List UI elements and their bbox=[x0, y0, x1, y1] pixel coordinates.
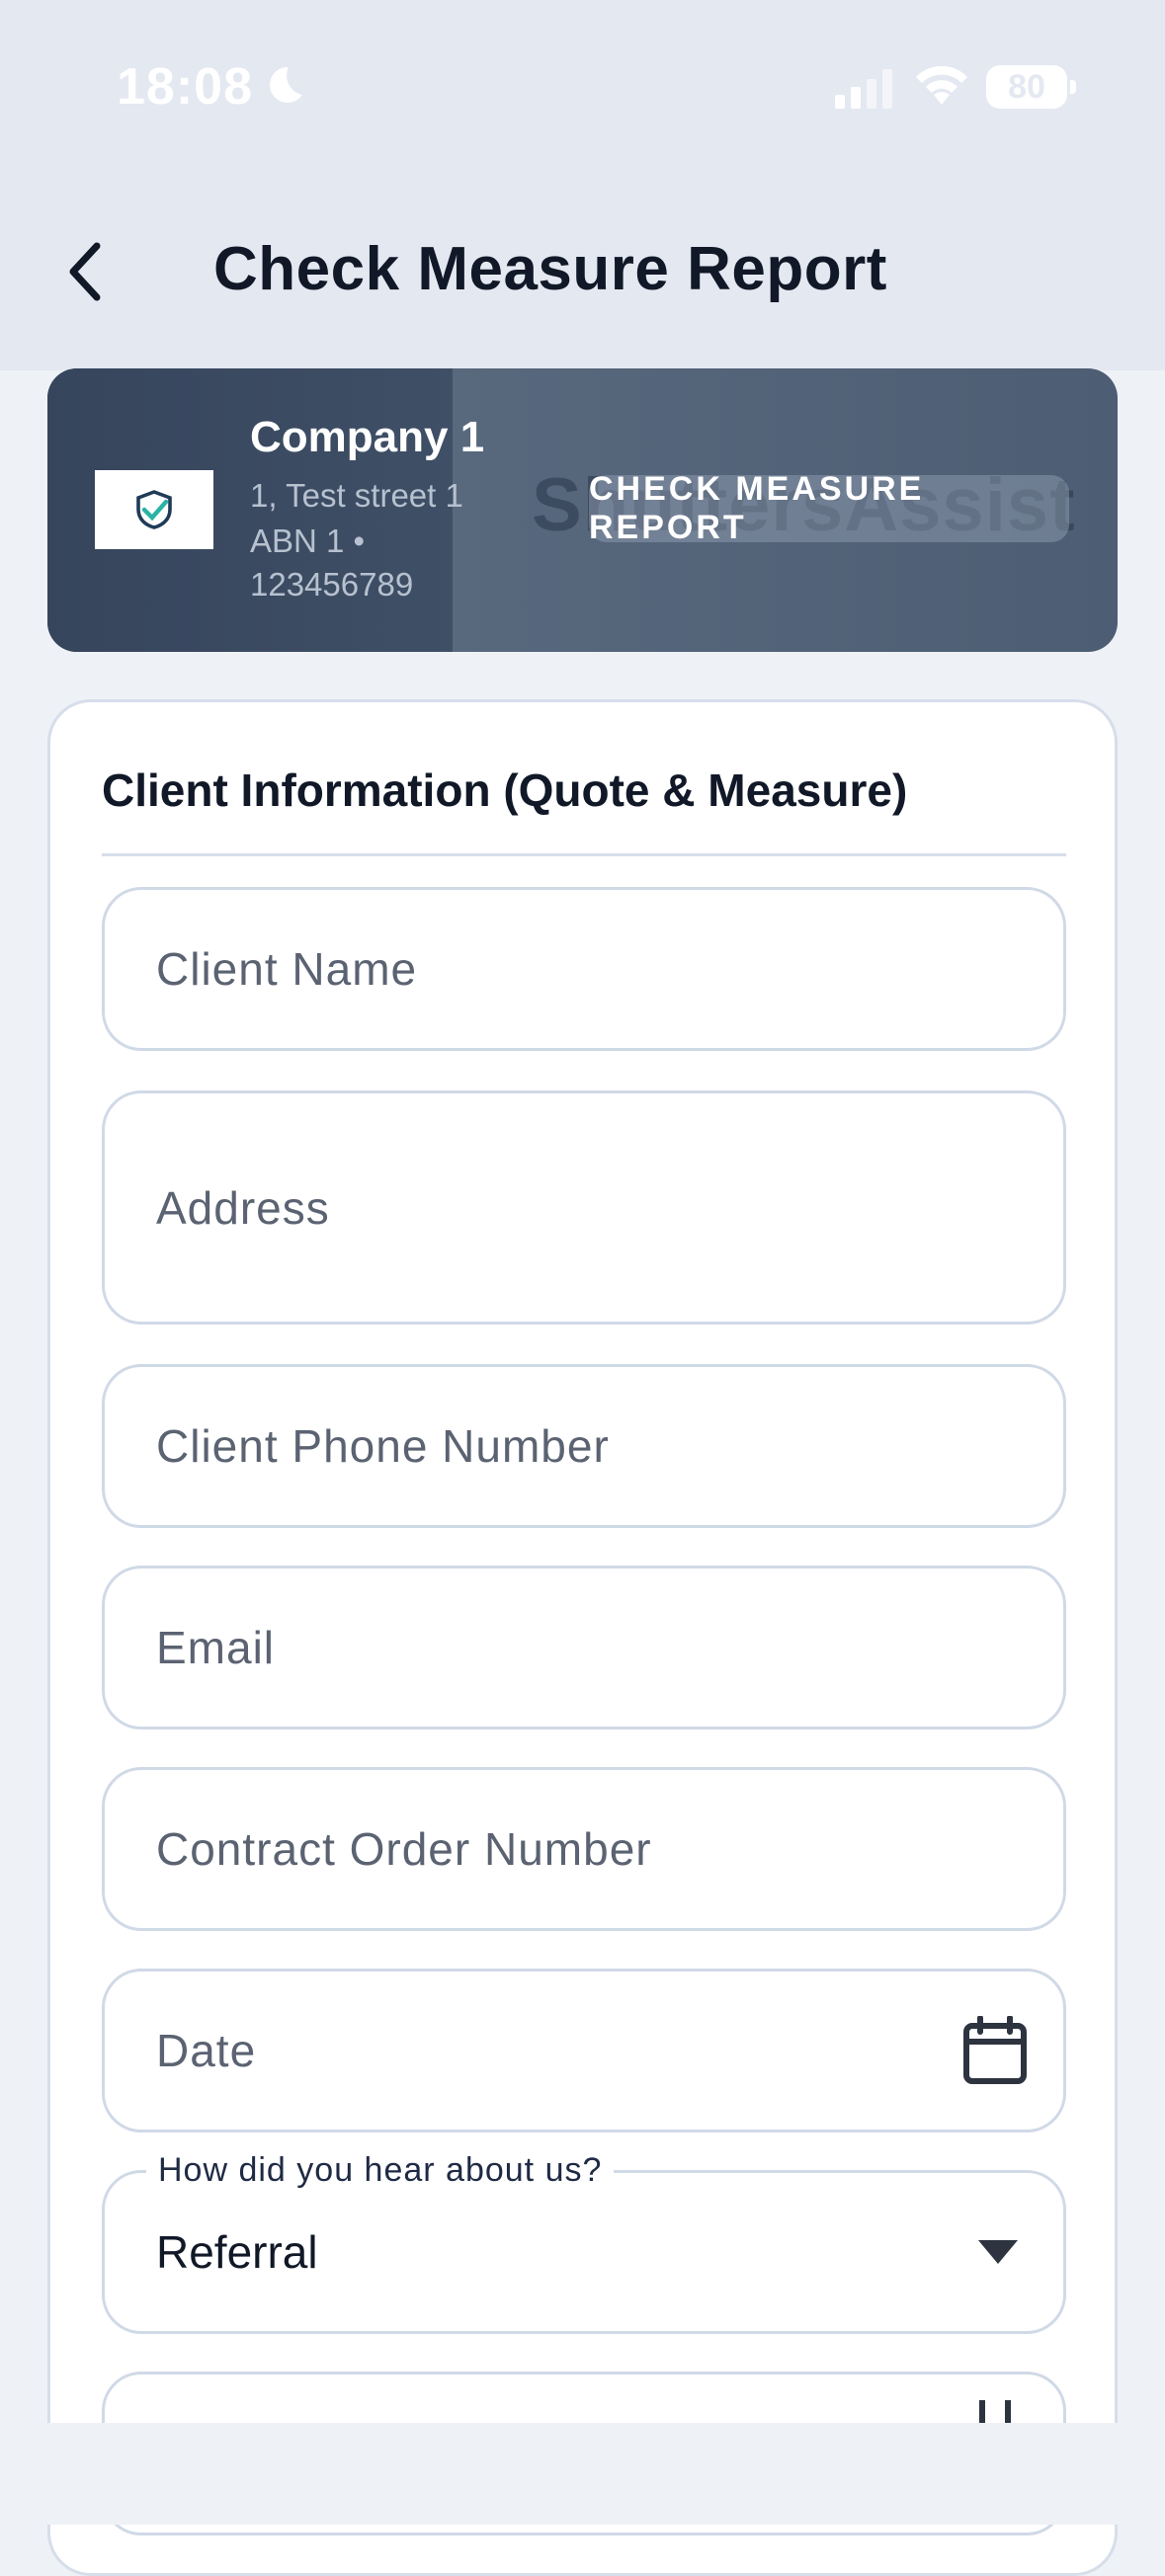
battery-indicator: 80 bbox=[986, 65, 1076, 109]
company-header-card: Company 1 1, Test street 1 ABN 1 • 12345… bbox=[47, 368, 1118, 652]
status-time: 18:08 bbox=[117, 58, 253, 116]
page-title: Check Measure Report bbox=[213, 235, 887, 303]
email-field[interactable]: Email bbox=[102, 1566, 1066, 1730]
wifi-icon bbox=[916, 65, 967, 105]
referral-label: How did you hear about us? bbox=[146, 2151, 615, 2190]
company-abn: ABN 1 • bbox=[250, 523, 366, 559]
client-name-placeholder: Client Name bbox=[156, 943, 418, 995]
cellular-signal-icon bbox=[835, 69, 892, 109]
dropdown-arrow-icon bbox=[978, 2240, 1018, 2264]
moon-icon bbox=[270, 66, 302, 103]
address-field[interactable]: Address bbox=[102, 1090, 1066, 1325]
status-bar: 18:08 80 bbox=[0, 0, 1165, 173]
section-title: Client Information (Quote & Measure) bbox=[102, 765, 908, 816]
company-abn-number: 123456789 bbox=[250, 566, 414, 603]
navigation-bar: Check Measure Report bbox=[0, 173, 1165, 370]
section-divider bbox=[102, 853, 1066, 856]
client-information-form: Client Information (Quote & Measure) Cli… bbox=[47, 699, 1118, 2576]
date-field[interactable]: Date bbox=[102, 1969, 1066, 2133]
company-name: Company 1 bbox=[250, 413, 485, 461]
contract-order-placeholder: Contract Order Number bbox=[156, 1823, 652, 1875]
shield-logo-icon bbox=[136, 490, 172, 529]
email-placeholder: Email bbox=[156, 1622, 276, 1673]
client-phone-placeholder: Client Phone Number bbox=[156, 1420, 610, 1472]
bottom-safe-area bbox=[0, 2423, 1165, 2525]
referral-value: Referral bbox=[156, 2226, 318, 2278]
company-address: 1, Test street 1 bbox=[250, 477, 463, 514]
referral-select[interactable]: How did you hear about us? Referral bbox=[102, 2151, 1066, 2334]
client-name-field[interactable]: Client Name bbox=[102, 887, 1066, 1051]
client-phone-field[interactable]: Client Phone Number bbox=[102, 1364, 1066, 1528]
calendar-icon[interactable] bbox=[962, 2016, 1028, 2085]
back-button[interactable] bbox=[47, 234, 123, 309]
chevron-left-icon bbox=[69, 242, 101, 301]
address-placeholder: Address bbox=[156, 1181, 330, 1234]
company-logo bbox=[95, 470, 213, 549]
date-placeholder: Date bbox=[156, 2025, 257, 2076]
partial-icon bbox=[979, 2400, 1011, 2424]
contract-order-field[interactable]: Contract Order Number bbox=[102, 1767, 1066, 1931]
report-type-badge: CHECK MEASURE REPORT bbox=[589, 470, 1069, 546]
